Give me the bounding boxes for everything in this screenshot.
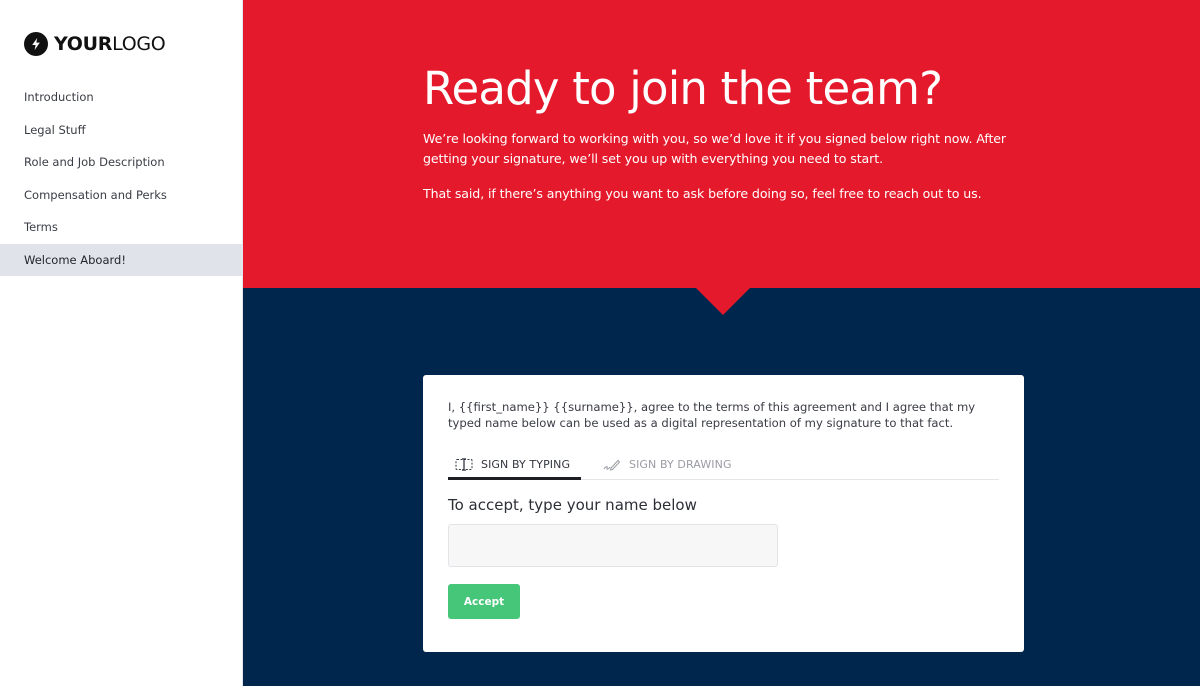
hero-paragraph-2: That said, if there’s anything you want …: [423, 186, 982, 201]
name-input[interactable]: [448, 524, 778, 567]
logo-text-bold: YOUR: [54, 33, 113, 55]
sidebar-item-terms[interactable]: Terms: [0, 211, 242, 244]
sidebar-item-legal-stuff[interactable]: Legal Stuff: [0, 114, 242, 147]
sidebar-item-role-and-job-description[interactable]: Role and Job Description: [0, 146, 242, 179]
sidebar-item-label: Legal Stuff: [24, 122, 86, 137]
sidebar-item-label: Welcome Aboard!: [24, 252, 126, 267]
hero-pointer-triangle: [696, 288, 750, 315]
sidebar-item-compensation-and-perks[interactable]: Compensation and Perks: [0, 179, 242, 212]
sidebar: YOURLOGO Introduction Legal Stuff Role a…: [0, 0, 243, 686]
page-title: Ready to join the team?: [423, 62, 943, 115]
logo[interactable]: YOURLOGO: [24, 32, 166, 56]
accept-heading: To accept, type your name below: [448, 496, 697, 514]
tab-sign-by-drawing[interactable]: SIGN BY DRAWING: [599, 449, 740, 480]
logo-text: YOURLOGO: [54, 32, 166, 56]
sidebar-item-label: Role and Job Description: [24, 155, 165, 170]
main-content: Ready to join the team? We’re looking fo…: [243, 0, 1200, 686]
signature-tabs: SIGN BY TYPING SIGN BY DRAWING: [448, 449, 999, 480]
tab-label: SIGN BY TYPING: [481, 457, 571, 471]
sidebar-item-label: Compensation and Perks: [24, 187, 167, 202]
logo-text-light: LOGO: [112, 33, 166, 55]
lightning-bolt-icon: [24, 32, 48, 56]
pen-signature-icon: [603, 458, 621, 471]
sidebar-item-label: Introduction: [24, 90, 94, 105]
hero-section: Ready to join the team? We’re looking fo…: [243, 0, 1200, 288]
sidebar-item-welcome-aboard[interactable]: Welcome Aboard!: [0, 243, 242, 276]
text-cursor-icon: [455, 457, 473, 471]
agreement-text: I, {{first_name}} {{surname}}, agree to …: [448, 400, 976, 430]
sidebar-item-introduction[interactable]: Introduction: [0, 81, 242, 114]
accept-button[interactable]: Accept: [448, 584, 520, 619]
hero-paragraph-1: We’re looking forward to working with yo…: [423, 131, 1007, 166]
sidebar-item-label: Terms: [24, 220, 58, 235]
tab-label: SIGN BY DRAWING: [629, 458, 732, 471]
sidebar-nav: Introduction Legal Stuff Role and Job De…: [0, 81, 242, 276]
tab-sign-by-typing[interactable]: SIGN BY TYPING: [448, 449, 581, 480]
signature-card: I, {{first_name}} {{surname}}, agree to …: [423, 375, 1024, 652]
